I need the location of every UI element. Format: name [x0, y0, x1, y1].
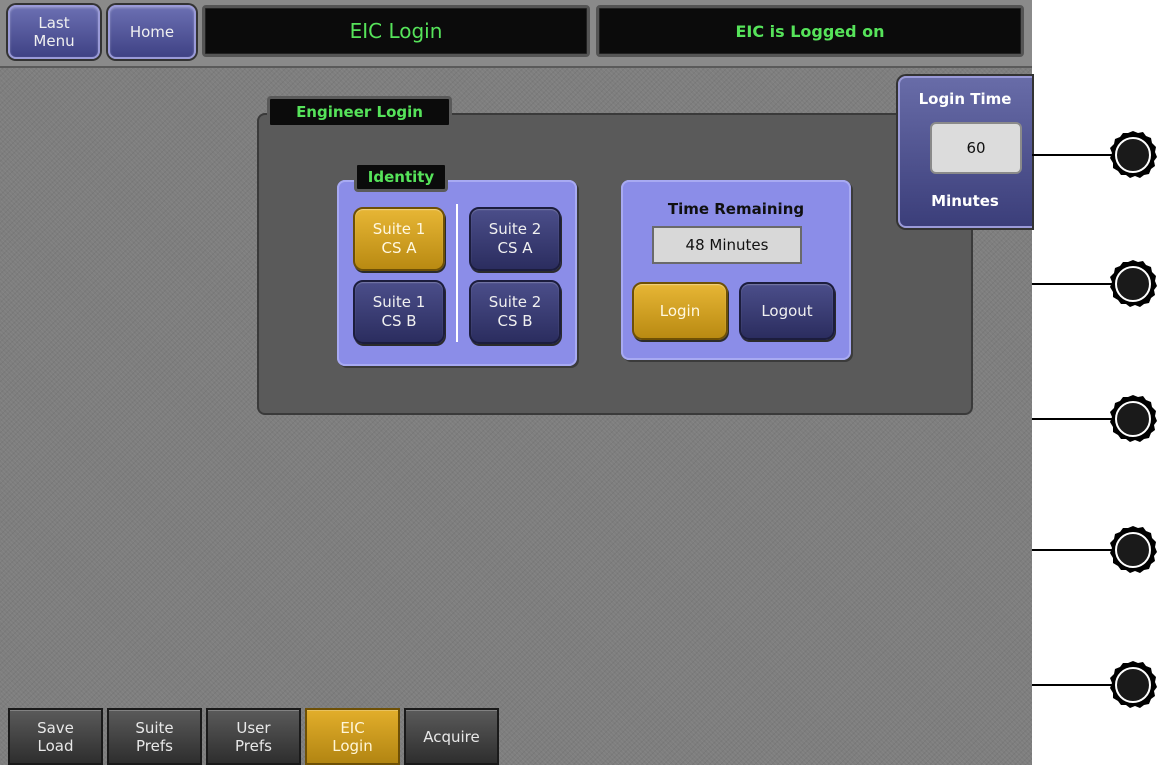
login-time-title: Login Time [918, 90, 1012, 108]
identity-title-text: Identity [367, 168, 435, 186]
page-title-text: EIC Login [349, 19, 443, 43]
login-label: Login [659, 301, 701, 320]
knob-line-1 [1032, 154, 1112, 156]
tab-save-load[interactable]: Save Load [8, 708, 103, 765]
tab-suite-prefs[interactable]: Suite Prefs [107, 708, 202, 765]
tab-eic-login-label: EIC Login [332, 718, 373, 755]
home-label: Home [129, 23, 175, 41]
time-remaining-value: 48 Minutes [652, 226, 802, 264]
top-bar: Last Menu Home EIC Login EIC is Logged o… [0, 0, 1032, 68]
suite1-csb-button[interactable]: Suite 1 CS B [353, 280, 445, 344]
login-time-units: Minutes [931, 192, 999, 210]
touchscreen: Last Menu Home EIC Login EIC is Logged o… [0, 0, 1032, 765]
tab-user-prefs[interactable]: User Prefs [206, 708, 301, 765]
engineer-login-title-text: Engineer Login [296, 103, 423, 121]
identity-title: Identity [354, 162, 448, 192]
suite2-csa-label: Suite 2 CS A [488, 220, 542, 257]
home-button[interactable]: Home [108, 5, 196, 59]
suite1-csa-label: Suite 1 CS A [372, 220, 426, 257]
suite2-csb-button[interactable]: Suite 2 CS B [469, 280, 561, 344]
tab-user-prefs-label: User Prefs [235, 718, 272, 755]
tab-suite-prefs-label: Suite Prefs [135, 718, 174, 755]
knob-line-5 [1032, 684, 1112, 686]
knob-icon[interactable] [1108, 259, 1158, 309]
logout-button[interactable]: Logout [739, 282, 835, 340]
knob-icon[interactable] [1108, 394, 1158, 444]
login-time-value[interactable]: 60 [930, 122, 1022, 174]
engineer-login-title: Engineer Login [267, 96, 452, 128]
knob-line-4 [1032, 549, 1112, 551]
knob-line-3 [1032, 418, 1112, 420]
last-menu-label: Last Menu [33, 14, 75, 50]
knob-icon[interactable] [1108, 525, 1158, 575]
time-remaining-title: Time Remaining [667, 200, 805, 218]
suite2-csb-label: Suite 2 CS B [488, 293, 542, 330]
tab-acquire[interactable]: Acquire [404, 708, 499, 765]
suite1-csb-label: Suite 1 CS B [372, 293, 426, 330]
knob-line-2 [1032, 283, 1112, 285]
page-title: EIC Login [202, 5, 590, 57]
knob-icon[interactable] [1108, 130, 1158, 180]
tab-acquire-label: Acquire [423, 727, 480, 746]
last-menu-button[interactable]: Last Menu [8, 5, 100, 59]
time-remaining-value-text: 48 Minutes [685, 236, 769, 254]
status-display: EIC is Logged on [596, 5, 1024, 57]
identity-divider [456, 204, 458, 342]
tab-save-load-label: Save Load [37, 718, 74, 755]
suite2-csa-button[interactable]: Suite 2 CS A [469, 207, 561, 271]
login-button[interactable]: Login [632, 282, 728, 340]
login-time-value-text: 60 [966, 139, 986, 157]
tab-eic-login[interactable]: EIC Login [305, 708, 400, 765]
status-text: EIC is Logged on [735, 21, 885, 41]
knob-icon[interactable] [1108, 660, 1158, 710]
logout-label: Logout [761, 301, 813, 320]
suite1-csa-button[interactable]: Suite 1 CS A [353, 207, 445, 271]
